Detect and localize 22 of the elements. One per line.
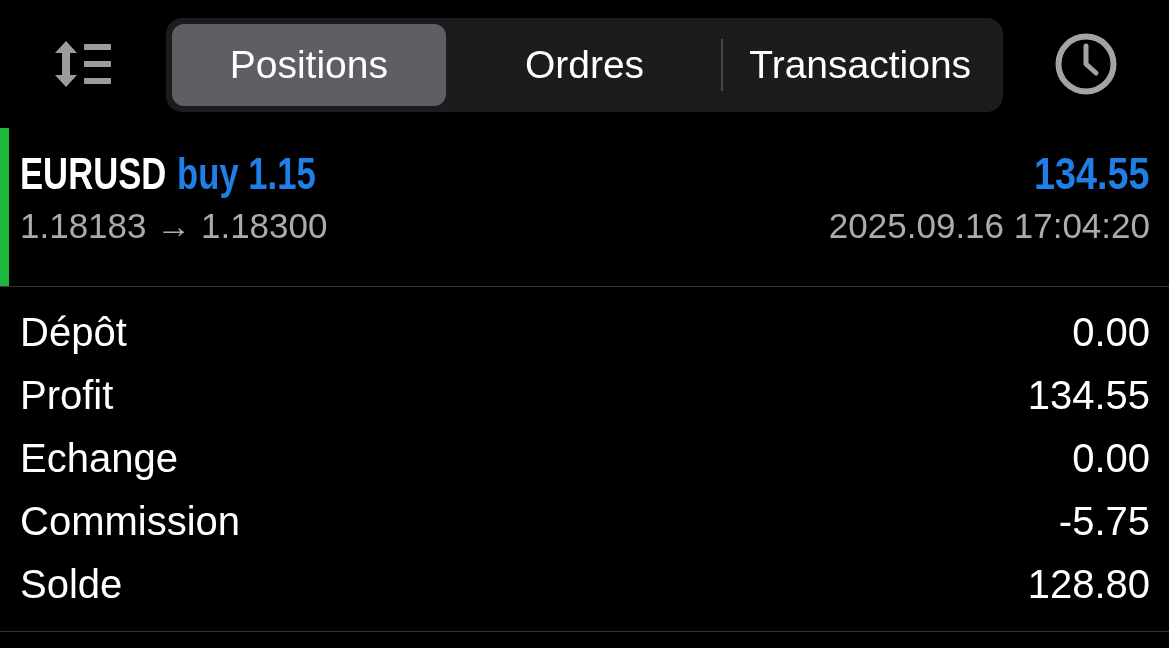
segment-tab[interactable]: Positions xyxy=(172,23,446,106)
sort-icon xyxy=(55,41,111,87)
deal-prices: 1.18183 → 1.18300 xyxy=(20,206,328,246)
detail-value: 0.00 xyxy=(1072,310,1150,355)
deal-profit: 134.55 xyxy=(1034,148,1150,200)
detail-value: 134.55 xyxy=(1027,373,1150,418)
detail-label: Dépôt xyxy=(20,310,127,355)
deal-order: buy 1.15 xyxy=(177,148,316,200)
detail-value: 128.80 xyxy=(1027,562,1150,607)
detail-value: 0.00 xyxy=(1072,436,1150,481)
clock-icon xyxy=(1055,33,1117,95)
detail-value: -5.75 xyxy=(1058,499,1150,544)
segment-tab[interactable]: Ordres xyxy=(447,23,722,106)
detail-label: Commission xyxy=(20,499,241,544)
deal-time: 2025.09.16 17:04:20 xyxy=(828,206,1150,246)
history-button[interactable] xyxy=(1055,33,1117,95)
detail-label: Echange xyxy=(20,436,178,481)
detail-label: Solde xyxy=(20,562,123,607)
detail-label: Profit xyxy=(20,373,114,418)
deal-symbol: EURUSD xyxy=(20,148,167,200)
segment-tab[interactable]: Transactions xyxy=(723,23,997,106)
sort-button[interactable] xyxy=(55,41,111,87)
